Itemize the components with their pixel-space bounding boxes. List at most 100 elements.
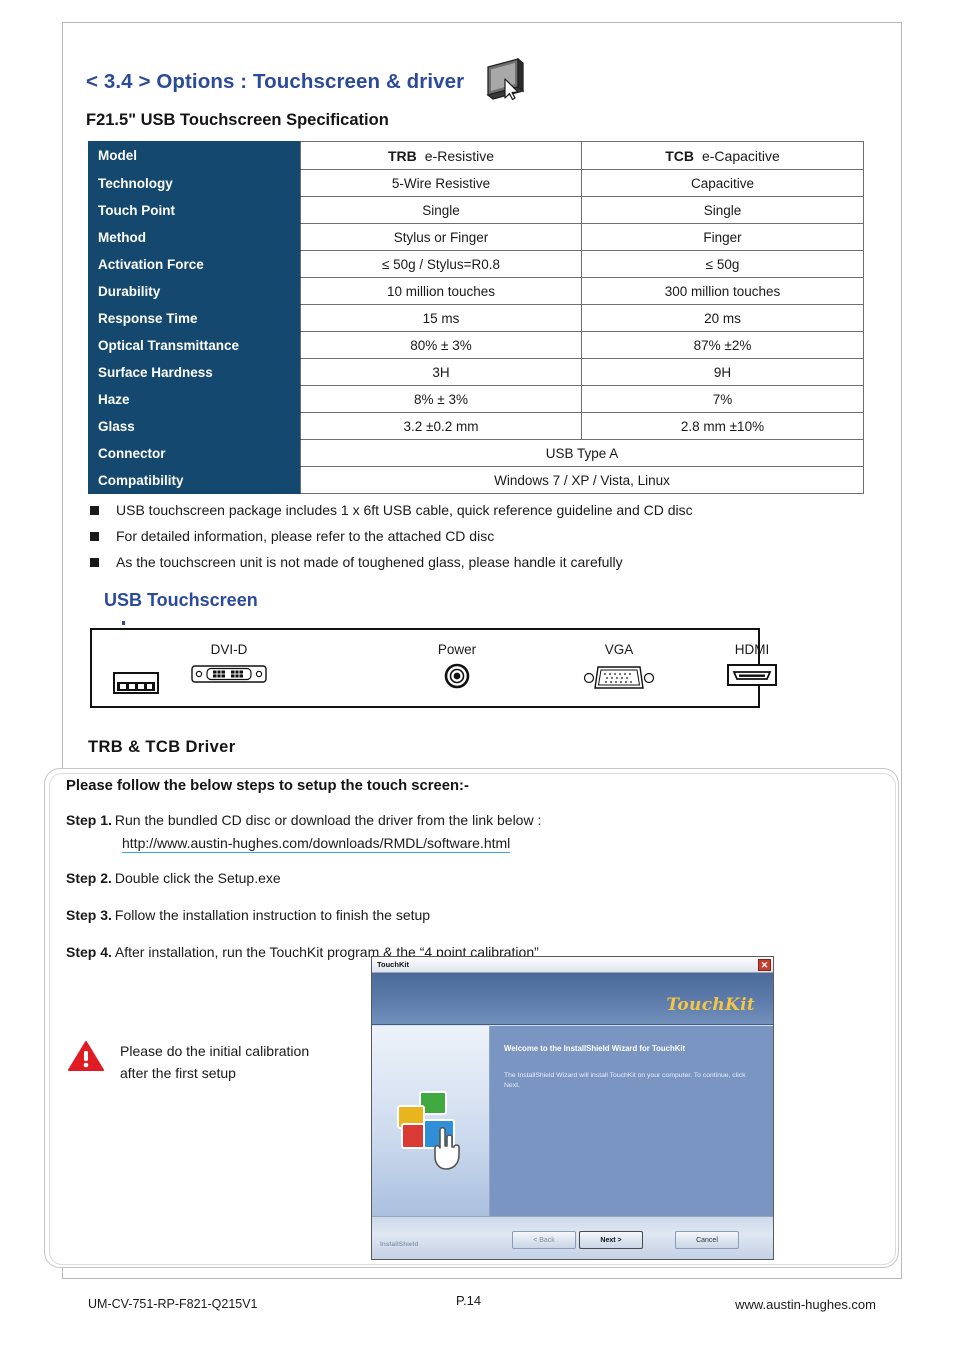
- table-cell-trb: 8% ± 3%: [300, 385, 582, 413]
- list-item: For detailed information, please refer t…: [90, 528, 870, 544]
- port-label-dvi: DVI-D: [210, 642, 248, 657]
- step-number: Step 3.: [66, 907, 112, 923]
- step-number: Step 1.: [66, 812, 112, 828]
- table-cell-trb: 3.2 ±0.2 mm: [300, 412, 582, 440]
- table-row-spanned: Compatibility Windows 7 / XP / Vista, Li…: [88, 466, 864, 494]
- installer-sidebar-graphic: [372, 1026, 490, 1216]
- table-row: Touch Point Single Single: [88, 196, 864, 224]
- table-row: Activation Force ≤ 50g / Stylus=R0.8 ≤ 5…: [88, 250, 864, 278]
- table-cell-trb: Single: [300, 196, 582, 224]
- table-cell-trb: 3H: [300, 358, 582, 386]
- table-cell-trb: 80% ± 3%: [300, 331, 582, 359]
- port-usb: [106, 666, 166, 699]
- square-bullet-icon: [90, 506, 99, 515]
- table-cell-tcb: 87% ±2%: [581, 331, 864, 359]
- table-cell-tcb: 7%: [581, 385, 864, 413]
- table-cell-trb: 5-Wire Resistive: [300, 169, 582, 197]
- step-text: Follow the installation instruction to f…: [114, 907, 431, 923]
- column-header-tcb: TCB e-Capacitive: [581, 141, 864, 170]
- installer-description-text: The InstallShield Wizard will install To…: [504, 1072, 746, 1089]
- notes-list: USB touchscreen package includes 1 x 6ft…: [90, 502, 870, 580]
- page-border-bottom: [62, 1278, 902, 1279]
- table-cell-tcb: 20 ms: [581, 304, 864, 332]
- square-bullet-icon: [90, 532, 99, 541]
- vga-port-icon: [583, 666, 655, 689]
- driver-intro-text: Please follow the below steps to setup t…: [66, 778, 469, 794]
- hdmi-port-icon: [727, 664, 777, 686]
- table-row-label: Touch Point: [88, 196, 301, 224]
- touchkit-installer-window: TouchKit ✕ TouchKit Welcome to the Insta…: [371, 956, 774, 1260]
- warning-line-1: Please do the initial calibration: [120, 1043, 310, 1059]
- table-row-label: Method: [88, 223, 301, 251]
- table-row: Optical Transmittance 80% ± 3% 87% ±2%: [88, 331, 864, 359]
- touchkit-logo: TouchKit: [666, 995, 755, 1015]
- table-row: Technology 5-Wire Resistive Capacitive: [88, 169, 864, 197]
- step-text: Double click the Setup.exe: [114, 870, 281, 886]
- table-cell-span: Windows 7 / XP / Vista, Linux: [300, 466, 864, 494]
- touchscreen-monitor-icon: [480, 57, 526, 106]
- installshield-brand-label: InstallShield: [380, 1241, 419, 1248]
- table-row-label: Glass: [88, 412, 301, 440]
- table-cell-tcb: Finger: [581, 223, 864, 251]
- next-button[interactable]: Next >: [579, 1231, 643, 1249]
- table-row-label: Connector: [88, 439, 301, 467]
- driver-section-heading: TRB & TCB Driver: [88, 738, 236, 756]
- column-header-trb: TRB e-Resistive: [300, 141, 582, 170]
- port-dvi-d: DVI-D: [164, 642, 294, 690]
- installer-footer: InstallShield < Back Next > Cancel: [372, 1216, 773, 1259]
- note-text: USB touchscreen package includes 1 x 6ft…: [116, 502, 693, 518]
- table-cell-tcb: Single: [581, 196, 864, 224]
- step-text: Run the bundled CD disc or download the …: [114, 812, 542, 828]
- usb-touchscreen-heading: USB Touchscreen: [104, 590, 258, 610]
- installer-window-title: TouchKit: [377, 960, 409, 969]
- driver-steps-list: Step 1. Run the bundled CD disc or downlo…: [66, 810, 766, 976]
- installer-body: Welcome to the InstallShield Wizard for …: [372, 1026, 773, 1216]
- footer-page-number: P.14: [456, 1293, 482, 1308]
- driver-download-link[interactable]: http://www.austin-hughes.com/downloads/R…: [122, 835, 511, 853]
- calibration-warning-text: Please do the initial calibration after …: [120, 1040, 309, 1084]
- touchscreen-spec-table: Model TRB e-Resistive TCB e-Capacitive Tec…: [88, 141, 864, 494]
- table-row-label: Surface Hardness: [88, 358, 301, 386]
- step-number: Step 2.: [66, 870, 112, 886]
- table-row-label: Technology: [88, 169, 301, 197]
- spec-subtitle: F21.5" USB Touchscreen Specification: [86, 111, 389, 129]
- document-page: < 3.4 > Options : Touchscreen & driver F…: [0, 0, 954, 1350]
- calibration-warning: Please do the initial calibration after …: [68, 1040, 309, 1084]
- port-hdmi: HDMI: [692, 642, 812, 692]
- back-button[interactable]: < Back: [512, 1231, 576, 1249]
- table-row: Response Time 15 ms 20 ms: [88, 304, 864, 332]
- table-header-row: Model TRB e-Resistive TCB e-Capacitive: [88, 141, 864, 170]
- connector-panel: DVI-D Power VGA HDMI: [90, 628, 777, 708]
- model-kind-tcb: e-Capacitive: [701, 147, 780, 164]
- table-row: Surface Hardness 3H 9H: [88, 358, 864, 386]
- warning-triangle-icon: [68, 1041, 104, 1071]
- table-cell-tcb: 2.8 mm ±10%: [581, 412, 864, 440]
- table-row-label: Activation Force: [88, 250, 301, 278]
- cancel-button[interactable]: Cancel: [675, 1231, 739, 1249]
- port-power: Power: [392, 642, 522, 694]
- model-code-trb: TRB: [387, 147, 417, 164]
- table-row-spanned: Connector USB Type A: [88, 439, 864, 467]
- page-border-top: [62, 22, 902, 23]
- model-code-tcb: TCB: [665, 147, 694, 164]
- table-row-label: Compatibility: [88, 466, 301, 494]
- dvi-d-port-icon: [191, 665, 267, 683]
- installer-welcome-text: Welcome to the InstallShield Wizard for …: [504, 1044, 686, 1053]
- page-border-right: [901, 22, 902, 1279]
- port-label-power: Power: [437, 642, 477, 657]
- table-row-label: Model: [88, 141, 301, 170]
- list-item: Step 1. Run the bundled CD disc or downlo…: [66, 810, 766, 854]
- note-text: As the touchscreen unit is not made of t…: [116, 554, 623, 570]
- installer-content: Welcome to the InstallShield Wizard for …: [490, 1026, 773, 1216]
- table-cell-trb: 10 million touches: [300, 277, 582, 305]
- table-row-label: Durability: [88, 277, 301, 305]
- port-vga: VGA: [554, 642, 684, 696]
- footer-document-code: UM-CV-751-RP-F821-Q215V1: [88, 1297, 258, 1311]
- port-label-hdmi: HDMI: [734, 642, 770, 657]
- table-cell-tcb: 9H: [581, 358, 864, 386]
- list-item: As the touchscreen unit is not made of t…: [90, 554, 870, 570]
- close-icon[interactable]: ✕: [758, 958, 771, 971]
- step-link-row: http://www.austin-hughes.com/downloads/R…: [66, 833, 766, 854]
- table-cell-span: USB Type A: [300, 439, 864, 467]
- page-title: < 3.4 > Options : Touchscreen & driver: [86, 69, 465, 93]
